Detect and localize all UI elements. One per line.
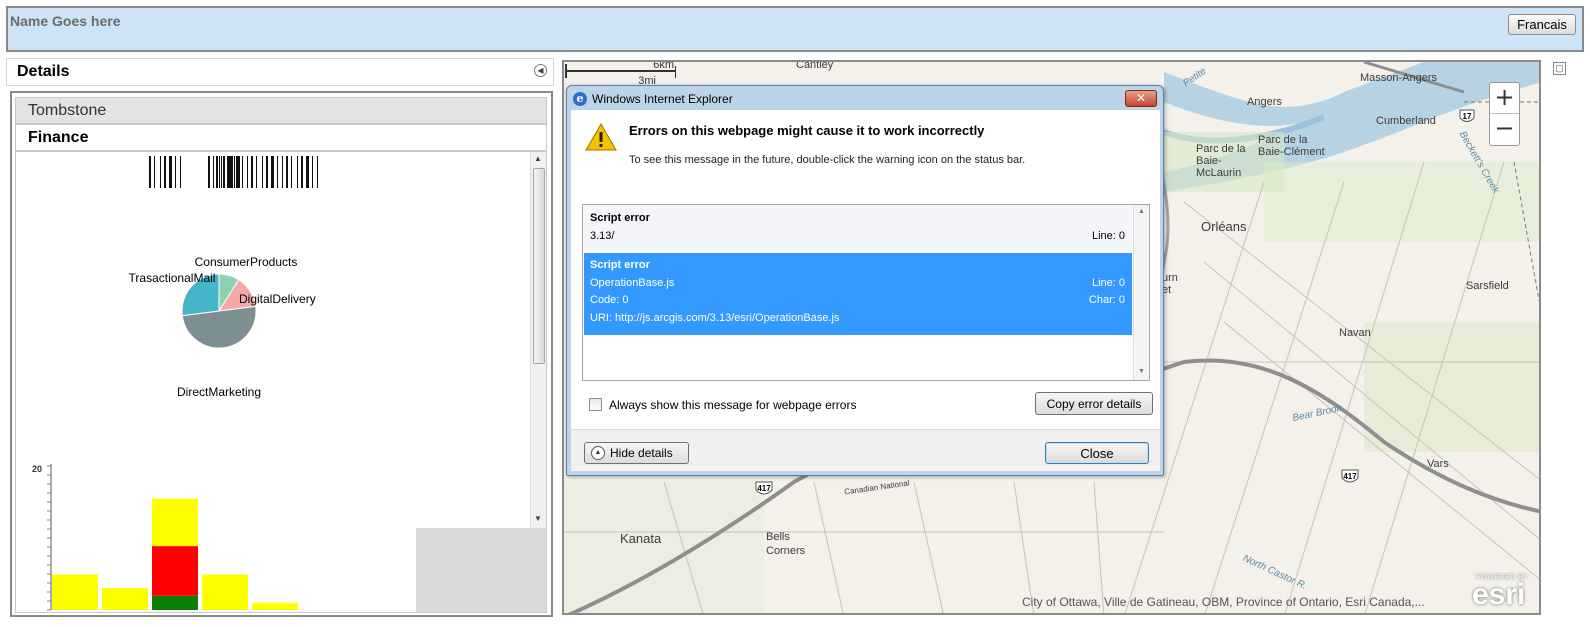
hide-details-button[interactable]: ▲ Hide details bbox=[584, 442, 689, 464]
highway-shield-417-a: 417 bbox=[757, 484, 771, 493]
internet-explorer-icon: e bbox=[573, 92, 587, 106]
map-label-navan: Navan bbox=[1339, 327, 1371, 339]
close-button[interactable]: Close bbox=[1045, 442, 1149, 464]
scroll-thumb[interactable] bbox=[533, 168, 545, 364]
barcode-image bbox=[149, 156, 318, 188]
details-title: Details bbox=[17, 63, 70, 80]
finance-content: ConsumerProducts DigitalDelivery DirectMar… bbox=[15, 151, 547, 613]
map-label-vars: Vars bbox=[1427, 458, 1449, 470]
map-label-masson-angers: Masson-Angers bbox=[1360, 72, 1438, 84]
dialog-subtext: To see this message in the future, doubl… bbox=[629, 154, 1026, 166]
pie-label-consumerproducts: ConsumerProducts bbox=[195, 255, 298, 269]
map-label-cantley: Cantley bbox=[796, 60, 834, 71]
panel-toggle-icon[interactable]: ▢ bbox=[1553, 62, 1566, 75]
bar-segment[interactable] bbox=[52, 574, 98, 611]
error-title: Script error bbox=[590, 259, 650, 271]
error-char: Char: 0 bbox=[1088, 294, 1125, 306]
scroll-down-arrow-icon[interactable]: ▼ bbox=[1138, 368, 1145, 375]
dialog-body: Errors on this webpage might cause it to… bbox=[571, 110, 1160, 471]
map-label-urn: urn bbox=[1162, 272, 1178, 284]
error-list-scrollbar[interactable]: ▲ ▼ bbox=[1133, 205, 1149, 380]
accordion-tombstone-label: Tombstone bbox=[28, 102, 107, 119]
bar-segment[interactable] bbox=[152, 498, 198, 547]
scroll-down-arrow-icon[interactable]: ▼ bbox=[534, 514, 542, 523]
dialog-heading: Errors on this webpage might cause it to… bbox=[629, 123, 985, 138]
error-uri: URI: http://js.arcgis.com/3.13/esri/Oper… bbox=[590, 311, 840, 324]
map-label-kanata: Kanata bbox=[620, 531, 662, 546]
error-line: Line: 0 bbox=[1091, 230, 1125, 242]
app-header: Name Goes here Francais bbox=[6, 6, 1584, 52]
map-label-parc-baie-mclaurin: Parc de la Baie-McLaurin bbox=[1196, 143, 1246, 179]
map-label-orleans: Orléans bbox=[1201, 219, 1247, 234]
dialog-close-x-button[interactable]: ✕ bbox=[1125, 90, 1157, 107]
scroll-up-arrow-icon[interactable]: ▲ bbox=[1138, 208, 1145, 215]
bar-segment[interactable] bbox=[202, 574, 248, 611]
bar-chart: 20 bbox=[32, 464, 298, 611]
scale-km-label: 6km bbox=[653, 62, 674, 71]
error-list: Script error 3.13/Line: 0 Script error O… bbox=[582, 204, 1150, 381]
error-file: 3.13/ bbox=[590, 230, 615, 242]
map-label-cumberland: Cumberland bbox=[1376, 115, 1436, 127]
details-panel: Tombstone Finance ConsumerProducts Digita… bbox=[10, 91, 553, 617]
bar-segment[interactable] bbox=[102, 587, 148, 610]
error-code: Code: 0 bbox=[590, 294, 629, 306]
dialog-title: Windows Internet Explorer bbox=[592, 92, 733, 106]
app-name: Name Goes here bbox=[10, 13, 121, 29]
language-toggle-button[interactable]: Francais bbox=[1508, 14, 1576, 35]
bar-segment[interactable] bbox=[152, 546, 198, 596]
scroll-up-arrow-icon[interactable]: ▲ bbox=[534, 154, 542, 163]
accordion-finance[interactable]: Finance bbox=[15, 124, 547, 151]
details-panel-header: Details ◀ bbox=[6, 58, 554, 86]
pie-label-directmarketing: DirectMarketing bbox=[177, 385, 261, 399]
always-show-label[interactable]: Always show this message for webpage err… bbox=[609, 398, 856, 412]
highway-shield-417-b: 417 bbox=[1343, 472, 1357, 481]
error-item[interactable]: Script error 3.13/Line: 0 bbox=[584, 209, 1132, 251]
zoom-in-button[interactable]: + bbox=[1490, 83, 1519, 114]
dialog-footer: ▲ Hide details Close bbox=[571, 429, 1160, 471]
pie-label-trasactionalmail: TrasactionalMail bbox=[129, 271, 216, 285]
esri-logo[interactable]: POWERED BY esri bbox=[1472, 574, 1534, 611]
finance-scrollbar[interactable]: ▲ ▼ bbox=[530, 152, 546, 528]
accordion-finance-label: Finance bbox=[28, 129, 89, 146]
map-label-sarsfield: Sarsfield bbox=[1466, 280, 1509, 292]
always-show-checkbox[interactable] bbox=[589, 398, 602, 411]
bar-y-tick-label: 20 bbox=[32, 464, 42, 474]
collapse-panel-icon[interactable]: ◀ bbox=[534, 64, 547, 77]
zoom-control: + − bbox=[1489, 82, 1520, 146]
map-label-parc-baie-clement: Parc de la Baie-Clément bbox=[1258, 134, 1325, 158]
copy-error-details-button[interactable]: Copy error details bbox=[1035, 392, 1153, 415]
map-label-angers: Angers bbox=[1247, 96, 1282, 108]
bar-segment[interactable] bbox=[152, 595, 198, 610]
bar-segment[interactable] bbox=[252, 602, 298, 610]
chevron-up-icon: ▲ bbox=[591, 446, 605, 460]
error-item-selected[interactable]: Script error OperationBase.js Line: 0 Cod… bbox=[584, 253, 1132, 335]
pie-label-digitaldelivery: DigitalDelivery bbox=[239, 292, 316, 306]
esri-logo-word: esri bbox=[1472, 578, 1526, 611]
ie-error-dialog: e Windows Internet Explorer ✕ Errors on … bbox=[566, 85, 1164, 476]
pie-chart: ConsumerProducts DigitalDelivery DirectMar… bbox=[129, 156, 318, 399]
zoom-out-button[interactable]: − bbox=[1490, 114, 1519, 145]
dialog-titlebar: e Windows Internet Explorer ✕ bbox=[571, 89, 1159, 109]
warning-icon bbox=[585, 122, 617, 151]
error-line: Line: 0 bbox=[1091, 276, 1125, 289]
map-label-bells-corners: Bells Corners bbox=[766, 531, 806, 557]
error-file: OperationBase.js bbox=[590, 276, 675, 289]
highway-shield-17: 17 bbox=[1463, 112, 1472, 121]
scale-bar: 6km 3mi bbox=[565, 62, 676, 84]
scale-mi-label: 3mi bbox=[638, 75, 656, 84]
error-title: Script error bbox=[590, 212, 650, 224]
map-attribution: City of Ottawa, Ville de Gatineau, OBM, … bbox=[1022, 595, 1425, 609]
chart-background-panel bbox=[416, 528, 546, 612]
accordion-tombstone[interactable]: Tombstone bbox=[15, 97, 547, 124]
hide-details-label: Hide details bbox=[610, 446, 673, 460]
